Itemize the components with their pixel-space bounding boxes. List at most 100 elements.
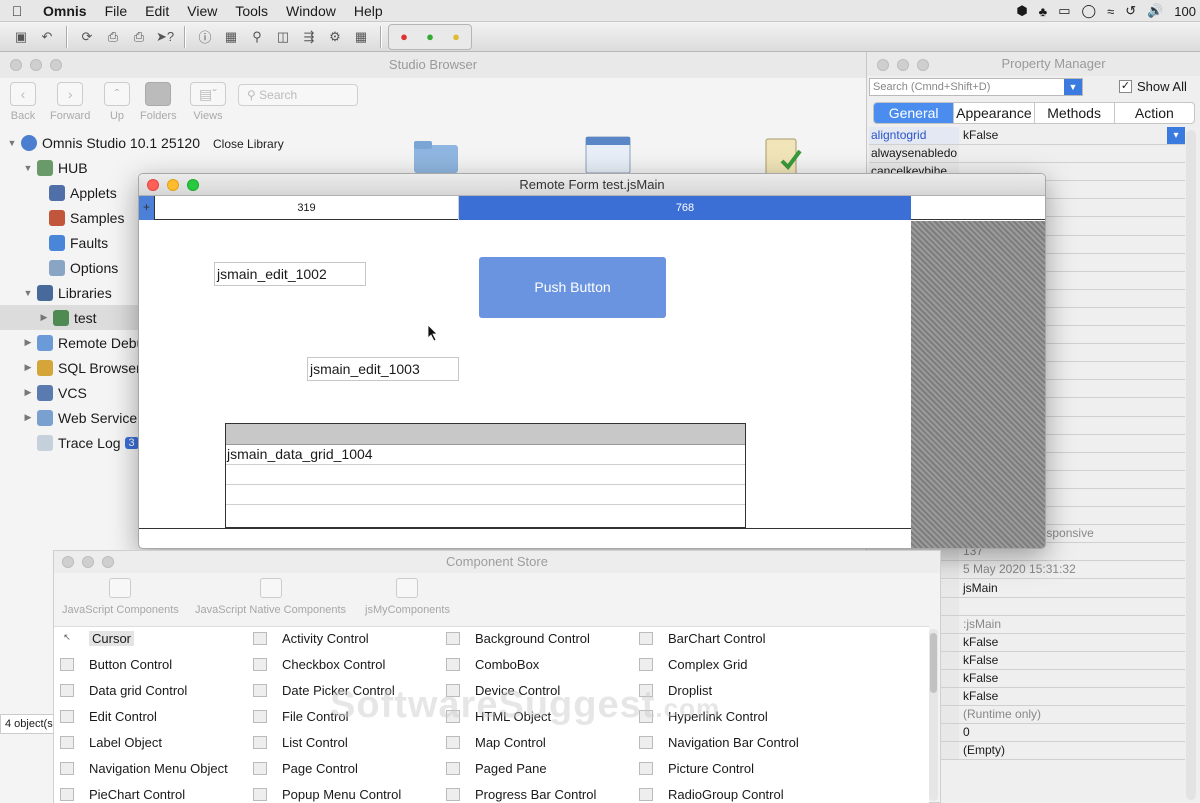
time-machine-icon[interactable]: ↺ bbox=[1125, 3, 1136, 19]
gear-icon[interactable]: ⚙ bbox=[324, 26, 346, 48]
paw-icon[interactable]: ♣ bbox=[1039, 4, 1048, 19]
component-item[interactable]: Edit Control bbox=[60, 705, 157, 727]
property-value[interactable]: :jsMain bbox=[961, 616, 1185, 633]
breakpoint-319[interactable]: 319 bbox=[155, 196, 459, 220]
clipboard-check-icon[interactable] bbox=[760, 135, 810, 176]
component-item[interactable]: Picture Control bbox=[639, 758, 754, 780]
print-preview-icon[interactable]: ⎙ bbox=[128, 26, 150, 48]
tab-action[interactable]: Action bbox=[1113, 103, 1194, 123]
app-status-icon[interactable]: ⬢ bbox=[1016, 3, 1027, 19]
close-window-button[interactable] bbox=[10, 59, 22, 71]
show-all-checkbox[interactable]: ✓ Show All bbox=[1119, 79, 1187, 94]
forward-button[interactable]: › Forward bbox=[50, 82, 90, 122]
airplay-icon[interactable]: ▭ bbox=[1058, 3, 1070, 19]
find-icon[interactable]: ⚲ bbox=[246, 26, 268, 48]
tab-appearance[interactable]: Appearance bbox=[953, 103, 1033, 123]
close-window-button[interactable] bbox=[877, 59, 889, 71]
property-value[interactable]: kFalse bbox=[961, 670, 1185, 687]
back-button[interactable]: ‹ Back bbox=[10, 82, 36, 122]
folders-button[interactable]: Folders bbox=[140, 82, 177, 122]
zoom-window-button[interactable] bbox=[187, 179, 199, 191]
pause-icon[interactable]: ● bbox=[445, 26, 467, 48]
property-row[interactable]: alwaysenabledo bbox=[869, 145, 1185, 164]
catalog-icon[interactable]: ▦ bbox=[220, 26, 242, 48]
jsmain-edit-1002[interactable]: jsmain_edit_1002 bbox=[214, 262, 366, 286]
component-item[interactable]: Navigation Menu Object bbox=[60, 758, 228, 780]
jsmain-data-grid[interactable]: jsmain_data_grid_1004 bbox=[225, 423, 746, 528]
property-value[interactable]: kFalse bbox=[961, 634, 1185, 651]
menu-view[interactable]: View bbox=[178, 3, 226, 19]
component-item[interactable]: Progress Bar Control bbox=[446, 784, 596, 803]
form-window-icon[interactable] bbox=[584, 135, 634, 175]
component-item[interactable]: Button Control bbox=[60, 653, 172, 675]
folder-icon[interactable] bbox=[412, 135, 462, 175]
component-item[interactable]: List Control bbox=[253, 731, 348, 753]
component-list-scrollbar[interactable] bbox=[929, 629, 938, 801]
component-item[interactable]: Checkbox Control bbox=[253, 653, 385, 675]
grid-row[interactable] bbox=[226, 485, 745, 505]
component-item[interactable]: Activity Control bbox=[253, 627, 369, 649]
volume-icon[interactable]: 🔊 bbox=[1147, 3, 1163, 19]
component-item[interactable]: Page Control bbox=[253, 758, 358, 780]
property-value[interactable] bbox=[961, 598, 1185, 615]
property-value[interactable]: jsMain bbox=[961, 580, 1185, 597]
help-cursor-icon[interactable]: ➤? bbox=[154, 26, 176, 48]
minimize-window-button[interactable] bbox=[167, 179, 179, 191]
compass-icon[interactable]: ◯ bbox=[1082, 3, 1097, 19]
refresh-icon[interactable]: ⟳ bbox=[76, 26, 98, 48]
component-item[interactable]: ComboBox bbox=[446, 653, 539, 675]
property-value[interactable] bbox=[961, 145, 1185, 162]
component-item[interactable]: Data grid Control bbox=[60, 679, 187, 701]
property-value[interactable]: (Empty) bbox=[961, 742, 1185, 759]
tab-javascript-native-components[interactable]: JavaScript Native Components bbox=[195, 578, 346, 616]
close-library-link[interactable]: Close Library bbox=[213, 137, 284, 151]
zoom-window-button[interactable] bbox=[102, 556, 114, 568]
property-value[interactable]: (Runtime only) bbox=[961, 706, 1185, 723]
property-value[interactable]: kFalse bbox=[961, 688, 1185, 705]
property-search-input[interactable]: Search (Cmnd+Shift+D) ▼ bbox=[869, 78, 1083, 96]
disclosure-triangle-icon[interactable]: ▶ bbox=[22, 337, 34, 348]
disclosure-triangle-icon[interactable]: ▶ bbox=[22, 362, 34, 373]
component-item[interactable]: Map Control bbox=[446, 731, 546, 753]
close-window-button[interactable] bbox=[62, 556, 74, 568]
tab-jsmycomponents[interactable]: jsMyComponents bbox=[365, 578, 450, 616]
close-window-button[interactable] bbox=[147, 179, 159, 191]
minimize-window-button[interactable] bbox=[82, 556, 94, 568]
disclosure-triangle-icon[interactable]: ▶ bbox=[22, 412, 34, 423]
menu-edit[interactable]: Edit bbox=[136, 3, 178, 19]
grid-icon[interactable]: ▦ bbox=[350, 26, 372, 48]
stop-icon[interactable]: ● bbox=[393, 26, 415, 48]
component-item[interactable]: Paged Pane bbox=[446, 758, 547, 780]
component-item[interactable]: Label Object bbox=[60, 731, 162, 753]
add-breakpoint-button[interactable]: + bbox=[139, 196, 155, 220]
menu-window[interactable]: Window bbox=[277, 3, 345, 19]
zoom-window-button[interactable] bbox=[917, 59, 929, 71]
menu-app[interactable]: Omnis bbox=[34, 3, 96, 19]
info-icon[interactable]: ⓘ bbox=[194, 26, 216, 48]
up-button[interactable]: ˆ Up bbox=[104, 82, 130, 122]
disclosure-triangle-icon[interactable]: ▶ bbox=[38, 312, 50, 323]
component-item[interactable]: Popup Menu Control bbox=[253, 784, 401, 803]
property-value[interactable]: 5 May 2020 15:31:32 bbox=[961, 561, 1185, 578]
tab-javascript-components[interactable]: JavaScript Components bbox=[62, 578, 179, 616]
battery-percent[interactable]: 100 bbox=[1174, 4, 1196, 19]
undo-icon[interactable]: ↶ bbox=[36, 26, 58, 48]
browser-search-input[interactable]: ⚲ Search bbox=[238, 84, 358, 106]
property-value[interactable]: 0 bbox=[961, 724, 1185, 741]
zoom-window-button[interactable] bbox=[50, 59, 62, 71]
chevron-down-icon[interactable]: ▼ bbox=[1064, 79, 1082, 95]
tab-general[interactable]: General bbox=[874, 103, 954, 123]
minimize-window-button[interactable] bbox=[897, 59, 909, 71]
component-item[interactable]: PieChart Control bbox=[60, 784, 185, 803]
jsmain-edit-1003[interactable]: jsmain_edit_1003 bbox=[307, 357, 459, 381]
component-item[interactable]: Background Control bbox=[446, 627, 590, 649]
disclosure-triangle-icon[interactable]: ▼ bbox=[6, 138, 18, 148]
scrollbar-thumb[interactable] bbox=[930, 633, 937, 693]
property-value[interactable]: kFalse bbox=[961, 652, 1185, 669]
property-row[interactable]: aligntogrid kFalse ▾ bbox=[869, 127, 1185, 145]
grid-row[interactable] bbox=[226, 505, 745, 525]
print-icon[interactable]: ⎙ bbox=[102, 26, 124, 48]
tree-icon[interactable]: ◫ bbox=[272, 26, 294, 48]
apple-icon[interactable]:  bbox=[0, 3, 34, 19]
component-item[interactable]: Navigation Bar Control bbox=[639, 731, 799, 753]
